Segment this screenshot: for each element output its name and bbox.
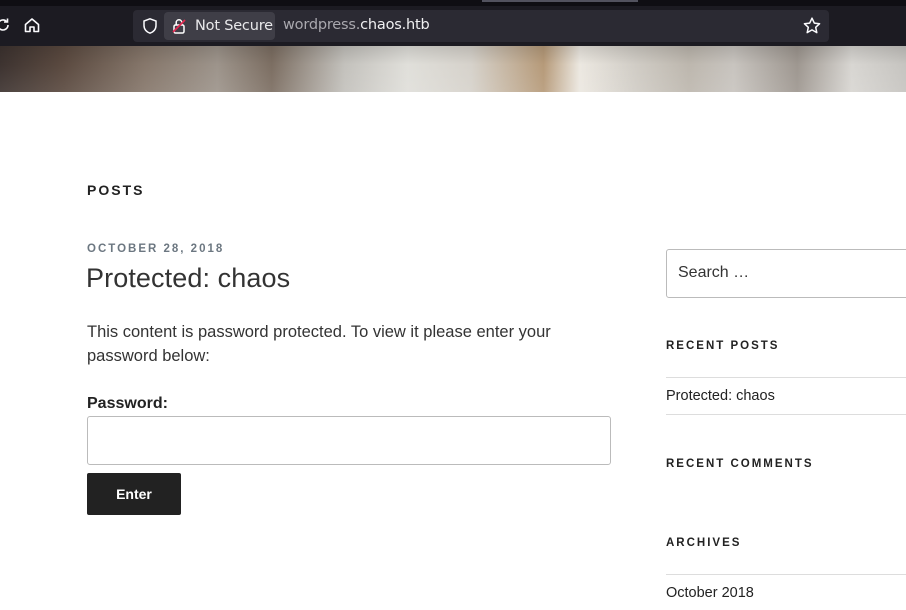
url-prefix: wordpress. <box>283 17 361 33</box>
shield-icon[interactable] <box>141 17 159 35</box>
home-icon[interactable] <box>21 14 43 36</box>
divider <box>666 574 906 575</box>
header-image <box>0 46 906 92</box>
recent-posts-heading: RECENT POSTS <box>666 340 780 352</box>
url-text[interactable]: wordpress.chaos.htb <box>283 17 430 33</box>
post-title[interactable]: Protected: chaos <box>86 263 290 294</box>
password-field[interactable] <box>87 416 611 465</box>
active-tab[interactable] <box>482 0 638 2</box>
site-security-button[interactable]: Not Secure <box>164 12 275 40</box>
enter-button[interactable]: Enter <box>87 473 181 515</box>
search-input[interactable]: Search … <box>666 249 906 298</box>
security-label: Not Secure <box>195 18 273 34</box>
archive-link[interactable]: October 2018 <box>666 585 754 601</box>
url-bar[interactable]: Not Secure wordpress.chaos.htb <box>133 10 829 42</box>
divider <box>666 377 906 378</box>
search-placeholder: Search … <box>678 264 750 281</box>
insecure-lock-icon <box>172 19 186 34</box>
tab-strip <box>0 0 906 6</box>
page-title: POSTS <box>87 182 145 198</box>
post-body: This content is password protected. To v… <box>87 323 551 365</box>
bookmark-star-icon[interactable] <box>802 16 822 36</box>
browser-toolbar: Not Secure wordpress.chaos.htb <box>0 0 906 46</box>
url-host: chaos.htb <box>360 17 430 33</box>
archives-heading: ARCHIVES <box>666 537 742 549</box>
password-label: Password: <box>87 395 168 412</box>
post-date[interactable]: OCTOBER 28, 2018 <box>87 243 224 255</box>
divider <box>666 414 906 415</box>
recent-comments-heading: RECENT COMMENTS <box>666 458 814 470</box>
recent-post-link[interactable]: Protected: chaos <box>666 388 775 404</box>
reload-icon[interactable] <box>0 14 14 36</box>
